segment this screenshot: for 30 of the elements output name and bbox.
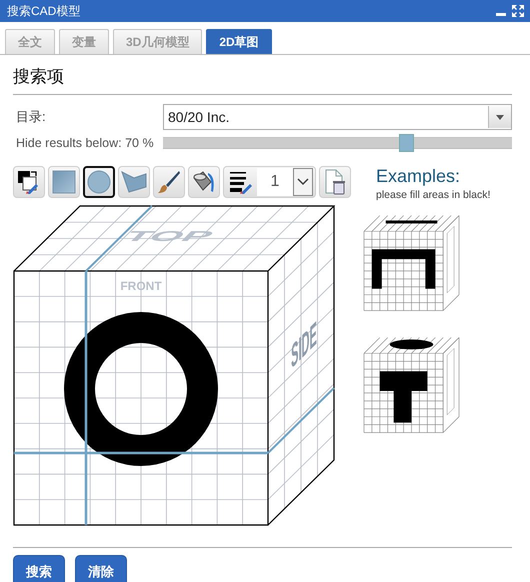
line-width-icon xyxy=(229,170,253,194)
window-title: 搜索CAD模型 xyxy=(7,2,82,20)
polygon-icon xyxy=(121,171,147,193)
color-swap-icon xyxy=(17,170,41,194)
catalog-dropdown[interactable]: 80/20 Inc. xyxy=(163,104,512,130)
delete-page-icon xyxy=(324,169,346,195)
caret-icon xyxy=(496,114,504,120)
minimize-icon[interactable] xyxy=(496,13,506,17)
catalog-label: 目录: xyxy=(16,108,47,126)
action-button[interactable]: 搜索 xyxy=(13,555,65,582)
examples-hint: please fill areas in black! xyxy=(376,189,490,201)
slider-thumb[interactable] xyxy=(399,134,414,152)
line-width-value[interactable]: 1 xyxy=(257,168,293,196)
rectangle-icon xyxy=(52,170,76,194)
face-label: FRONT xyxy=(120,279,162,293)
section-title: 搜索项 xyxy=(13,65,512,95)
examples-title: Examples: xyxy=(376,166,462,187)
face-label: SIDE xyxy=(291,315,317,376)
threshold-label: Hide results below: 70 % xyxy=(16,136,155,150)
chevron-icon xyxy=(297,178,309,186)
line-width-control[interactable]: 1 xyxy=(223,166,316,198)
brush-icon xyxy=(157,170,181,194)
paint-bucket-icon xyxy=(191,169,217,195)
line-width-dropdown[interactable] xyxy=(293,168,313,196)
threshold-slider[interactable] xyxy=(163,134,512,152)
maximize-icon[interactable] xyxy=(512,5,524,17)
tool-button[interactable] xyxy=(83,166,115,198)
action-button[interactable]: 清除 xyxy=(75,555,127,582)
tab[interactable]: 2D草图 xyxy=(206,29,272,54)
circle-icon xyxy=(87,170,111,194)
